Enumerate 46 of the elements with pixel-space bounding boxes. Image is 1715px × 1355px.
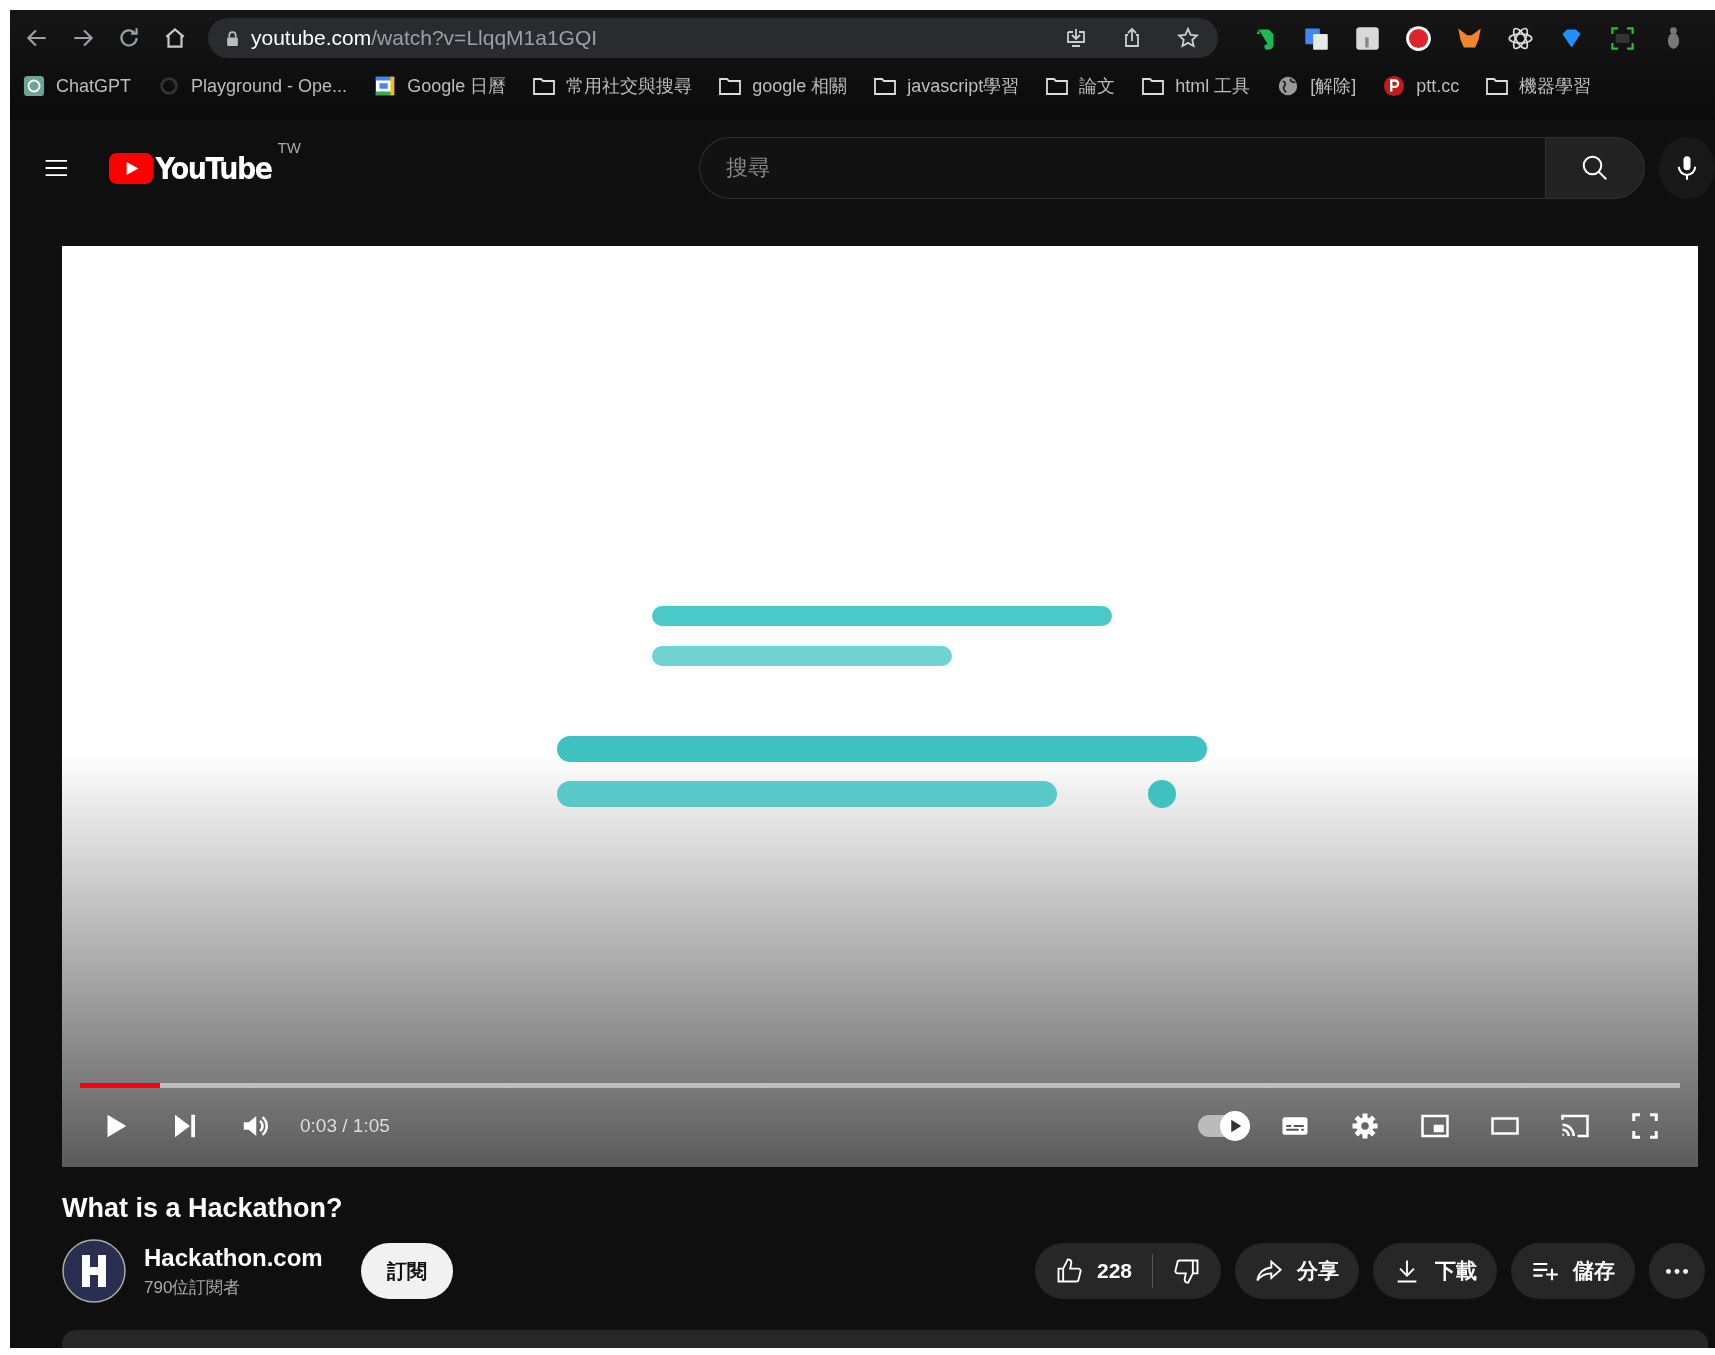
logo-wordmark[interactable]: YouTube <box>155 150 272 186</box>
subscriber-count: 790位訂閱者 <box>144 1276 242 1299</box>
bookmark[interactable]: ptt.cc <box>1382 75 1460 97</box>
bookmark[interactable]: Google 日曆 <box>373 74 507 98</box>
search-icon <box>1580 153 1610 183</box>
settings-icon[interactable] <box>1350 1111 1380 1141</box>
time-display: 0:03 / 1:05 <box>300 1115 390 1137</box>
more-button[interactable] <box>1649 1243 1705 1299</box>
install-icon[interactable] <box>1064 26 1088 50</box>
download-button[interactable]: 下載 <box>1373 1243 1497 1299</box>
folder-icon <box>532 75 557 97</box>
bookmark[interactable]: 論文 <box>1045 74 1116 98</box>
video-title: What is a Hackathon? <box>62 1193 344 1224</box>
channel-name[interactable]: Hackathon.com <box>144 1243 323 1272</box>
bookmark[interactable]: 常用社交與搜尋 <box>532 74 693 98</box>
p-badge-icon <box>1382 75 1407 97</box>
subscribe-button[interactable]: 訂閱 <box>360 1243 453 1299</box>
lock-icon <box>226 30 239 46</box>
address-bar[interactable]: youtube.com/watch?v=LlqqM1a1GQI <box>208 18 1218 58</box>
folder-icon <box>1485 75 1510 97</box>
bookmark[interactable]: google 相關 <box>718 74 848 98</box>
fullscreen-icon[interactable] <box>1630 1111 1660 1141</box>
folder-icon <box>1141 75 1166 97</box>
screenshot-icon[interactable] <box>1609 24 1636 52</box>
bookmark[interactable]: javascript學習 <box>873 74 1020 98</box>
bookmark[interactable]: 機器學習 <box>1485 74 1592 98</box>
save-button[interactable]: 儲存 <box>1511 1243 1635 1299</box>
folder-icon <box>873 75 898 97</box>
like-button[interactable]: 228 <box>1034 1243 1152 1299</box>
folder-icon <box>718 75 743 97</box>
play-logo-icon[interactable] <box>108 152 153 184</box>
more-icon <box>1666 1268 1688 1274</box>
badge-icon[interactable] <box>1405 24 1432 52</box>
folder-icon <box>1045 75 1070 97</box>
share-button[interactable]: 分享 <box>1235 1243 1359 1299</box>
bookmark[interactable]: ChatGPT <box>22 75 132 97</box>
star-icon[interactable] <box>1176 26 1200 50</box>
bookmark[interactable]: Playground - Ope... <box>157 75 348 97</box>
region-code: TW <box>277 138 301 156</box>
url-text: youtube.com/watch?v=LlqqM1a1GQI <box>251 26 598 50</box>
thumbs-down-icon <box>1173 1257 1201 1285</box>
bookmark[interactable]: [解除] <box>1276 74 1357 98</box>
channel-avatar[interactable] <box>62 1239 126 1303</box>
search-field[interactable]: 搜尋 <box>699 137 1545 199</box>
bookmark[interactable]: html 工具 <box>1141 74 1251 98</box>
search-button[interactable] <box>1545 137 1645 199</box>
